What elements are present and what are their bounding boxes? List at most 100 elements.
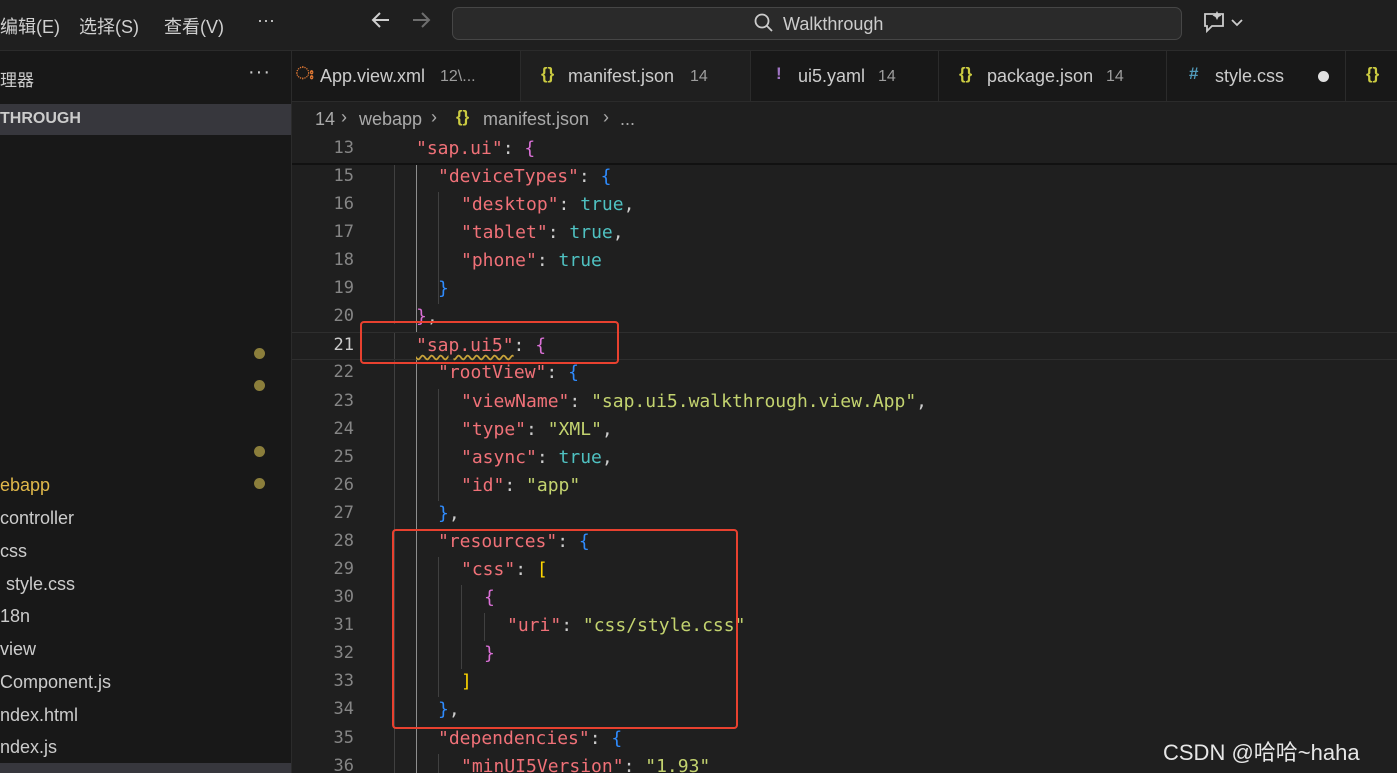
tab-style-css[interactable]: # style.css bbox=[1167, 51, 1346, 101]
chevron-right-icon: › bbox=[341, 107, 347, 127]
json-value: true bbox=[569, 222, 613, 243]
line-number: 13 bbox=[333, 138, 354, 158]
breadcrumb-folder[interactable]: webapp bbox=[359, 109, 422, 130]
json-key: "sap.ui5" bbox=[416, 335, 514, 356]
code-line: 29 "css": [ bbox=[292, 557, 1397, 585]
line-number: 33 bbox=[333, 671, 354, 691]
json-key: "minUI5Version" bbox=[461, 756, 624, 773]
tree-item-style-css[interactable]: style.css bbox=[6, 574, 75, 595]
tab-app-view-xml[interactable]: ಃ App.view.xml 12\... bbox=[292, 51, 521, 101]
project-folder-header[interactable]: THROUGH bbox=[0, 104, 291, 135]
json-key: "deviceTypes" bbox=[438, 166, 579, 187]
json-key: "id" bbox=[461, 475, 505, 496]
line-number: 25 bbox=[333, 447, 354, 467]
json-key: "uri" bbox=[507, 615, 562, 636]
code-line: 23 "viewName": "sap.ui5.walkthrough.view… bbox=[292, 389, 1397, 417]
code-editor[interactable]: 13 "sap.ui": { 15 "deviceTypes": { 16 "d… bbox=[292, 136, 1397, 773]
menu-more[interactable]: ··· bbox=[257, 10, 275, 31]
code-line: 19 } bbox=[292, 276, 1397, 304]
line-number: 15 bbox=[333, 166, 354, 186]
json-value: "app" bbox=[526, 475, 581, 496]
editor-tab-bar: ಃ App.view.xml 12\... {} manifest.json 1… bbox=[292, 51, 1397, 102]
tab-package-json[interactable]: {} package.json 14 bbox=[939, 51, 1167, 101]
menu-view[interactable]: 查看(V) bbox=[164, 13, 224, 39]
line-number: 21 bbox=[333, 335, 354, 355]
code-line: 18 "phone": true bbox=[292, 248, 1397, 276]
line-number: 30 bbox=[333, 587, 354, 607]
line-number: 31 bbox=[333, 615, 354, 635]
code-line: 30 { bbox=[292, 585, 1397, 613]
title-bar: 编辑(E) 选择(S) 查看(V) ··· Walkthrough bbox=[0, 0, 1397, 51]
line-number: 28 bbox=[333, 531, 354, 551]
search-icon bbox=[753, 12, 775, 39]
json-icon: {} bbox=[541, 64, 555, 83]
breadcrumb-more[interactable]: ... bbox=[620, 109, 635, 130]
modified-dot-icon bbox=[254, 348, 265, 359]
tree-item-index-html[interactable]: ndex.html bbox=[0, 705, 78, 726]
line-number: 22 bbox=[333, 362, 354, 382]
tree-item-index-js[interactable]: ndex.js bbox=[0, 737, 57, 758]
code-line-current: 21 "sap.ui5": { bbox=[292, 332, 1397, 360]
explorer-title: 理器 bbox=[0, 71, 34, 90]
code-line: 20 }, bbox=[292, 304, 1397, 332]
rss-icon: ಃ bbox=[296, 64, 314, 83]
code-line: 13 "sap.ui": { bbox=[292, 136, 1397, 164]
line-number: 18 bbox=[333, 250, 354, 270]
json-value: "XML" bbox=[547, 419, 602, 440]
search-text: Walkthrough bbox=[783, 14, 884, 34]
tab-overflow-json[interactable]: {} bbox=[1346, 51, 1397, 101]
tab-label: manifest.json bbox=[568, 66, 675, 86]
line-number: 27 bbox=[333, 503, 354, 523]
code-line: 26 "id": "app" bbox=[292, 473, 1397, 501]
watermark: CSDN @哈哈~haha bbox=[1163, 740, 1360, 765]
json-value: "css/style.css" bbox=[582, 615, 746, 636]
breadcrumb-root[interactable]: 14 bbox=[315, 109, 335, 130]
json-key: "sap.ui" bbox=[416, 138, 503, 159]
json-icon: {} bbox=[959, 64, 973, 83]
tree-item-controller[interactable]: controller bbox=[0, 508, 74, 529]
json-key: "viewName" bbox=[461, 391, 570, 412]
tree-item-webapp[interactable]: ebapp bbox=[0, 475, 50, 496]
chat-copilot-icon[interactable] bbox=[1201, 10, 1247, 41]
code-line: 32 } bbox=[292, 641, 1397, 669]
json-key: "phone" bbox=[461, 250, 537, 271]
back-arrow-icon[interactable] bbox=[370, 9, 392, 37]
json-key: "type" bbox=[461, 419, 527, 440]
json-key: "desktop" bbox=[461, 194, 559, 215]
code-line: 16 "desktop": true, bbox=[292, 192, 1397, 220]
command-center-search[interactable]: Walkthrough bbox=[452, 7, 1182, 40]
line-number: 17 bbox=[333, 222, 354, 242]
line-number: 34 bbox=[333, 699, 354, 719]
menu-edit[interactable]: 编辑(E) bbox=[0, 13, 60, 39]
chevron-right-icon: › bbox=[603, 107, 609, 127]
code-line: 33 ] bbox=[292, 669, 1397, 697]
json-value: true bbox=[558, 447, 602, 468]
json-key: "css" bbox=[461, 559, 516, 580]
line-number: 19 bbox=[333, 278, 354, 298]
tree-item-view[interactable]: view bbox=[0, 639, 36, 660]
unsaved-dot-icon[interactable] bbox=[1318, 71, 1329, 82]
json-value: "1.93" bbox=[645, 756, 711, 773]
tree-item-component-js[interactable]: Component.js bbox=[0, 672, 111, 693]
modified-dot-icon bbox=[254, 446, 265, 457]
line-number: 26 bbox=[333, 475, 354, 495]
tree-item-css[interactable]: css bbox=[0, 541, 27, 562]
code-line: 22 "rootView": { bbox=[292, 360, 1397, 388]
json-key: "resources" bbox=[438, 531, 558, 552]
explorer-more-button[interactable]: ··· bbox=[248, 61, 271, 84]
code-line: 31 "uri": "css/style.css" bbox=[292, 613, 1397, 641]
line-number: 23 bbox=[333, 391, 354, 411]
code-line: 28 "resources": { bbox=[292, 529, 1397, 557]
breadcrumb-file[interactable]: manifest.json bbox=[483, 109, 589, 130]
json-icon: {} bbox=[456, 107, 470, 126]
sidebar-selected-row[interactable] bbox=[0, 763, 291, 773]
project-name: THROUGH bbox=[0, 110, 81, 127]
tab-ui5-yaml[interactable]: ! ui5.yaml 14 bbox=[751, 51, 939, 101]
menu-select[interactable]: 选择(S) bbox=[79, 13, 139, 39]
tree-item-i18n[interactable]: 18n bbox=[0, 606, 30, 627]
tab-manifest-json[interactable]: {} manifest.json 14 bbox=[521, 51, 751, 101]
breadcrumb: 14 › webapp › {} manifest.json › ... bbox=[292, 102, 1397, 136]
tab-badge: 14 bbox=[1106, 68, 1124, 85]
tab-label: package.json bbox=[987, 66, 1094, 86]
forward-arrow-icon[interactable] bbox=[410, 9, 432, 37]
